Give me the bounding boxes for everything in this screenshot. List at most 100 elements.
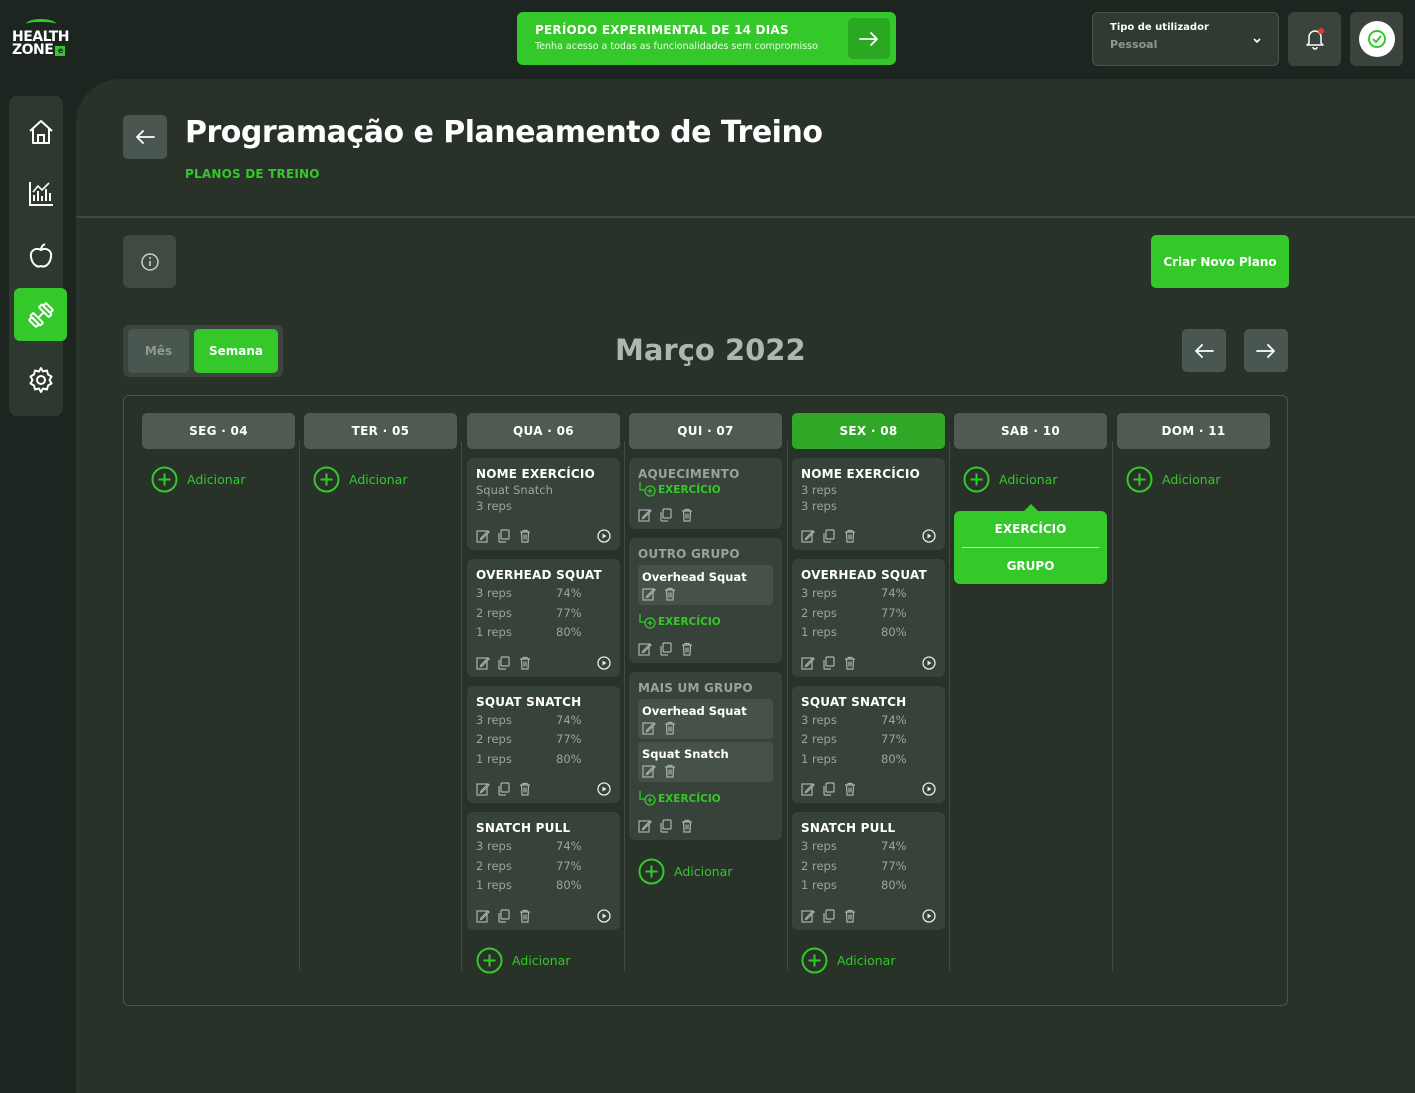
play-icon[interactable]	[922, 529, 936, 543]
trash-icon[interactable]	[680, 508, 694, 522]
trial-banner[interactable]: PERÍODO EXPERIMENTAL DE 14 DIAS Tenha ac…	[517, 12, 896, 65]
sidebar-item-settings[interactable]	[14, 353, 67, 406]
sidebar-item-nutrition[interactable]	[14, 229, 67, 282]
exercise-card[interactable]: OVERHEAD SQUAT 3 reps 74% 2 reps 77% 1 rep…	[467, 559, 620, 677]
play-icon[interactable]	[597, 782, 611, 796]
prev-week-button[interactable]	[1182, 329, 1226, 372]
trash-icon[interactable]	[843, 909, 857, 923]
trash-icon[interactable]	[663, 587, 677, 601]
next-week-button[interactable]	[1244, 329, 1288, 372]
set-row: 2 reps 77%	[801, 605, 907, 620]
exercise-card[interactable]: SNATCH PULL 3 reps 74% 2 reps 77% 1 reps 80…	[467, 812, 620, 930]
toggle-week[interactable]: Semana	[194, 329, 278, 373]
copy-icon[interactable]	[822, 782, 836, 796]
play-icon[interactable]	[597, 908, 611, 923]
edit-icon[interactable]	[642, 721, 656, 735]
dropdown-option-exercise[interactable]: EXERCÍCIO	[954, 511, 1107, 547]
group-exercise[interactable]: Overhead Squat	[638, 699, 773, 739]
add-exercise-link[interactable]: EXERCÍCIO	[638, 613, 773, 631]
day-header: SAB · 10	[954, 413, 1107, 449]
add-button[interactable]: Adicionar	[1126, 466, 1270, 492]
trash-icon[interactable]	[663, 721, 677, 735]
edit-icon[interactable]	[638, 642, 652, 656]
trial-arrow-button[interactable]	[848, 18, 890, 59]
copy-icon[interactable]	[497, 655, 511, 670]
edit-icon[interactable]	[638, 819, 652, 833]
create-plan-button[interactable]: Criar Novo Plano	[1151, 235, 1289, 288]
day-column-fri: SEX · 08 NOME EXERCÍCIO 3 reps 3 reps OV…	[792, 413, 945, 988]
play-icon[interactable]	[597, 655, 611, 670]
trash-icon[interactable]	[843, 782, 857, 796]
back-button[interactable]	[123, 115, 167, 159]
edit-icon[interactable]	[801, 782, 815, 796]
group-exercise[interactable]: Squat Snatch	[638, 742, 773, 782]
edit-icon[interactable]	[801, 529, 815, 543]
add-button[interactable]: Adicionar	[638, 858, 782, 884]
page-title: Programação e Planeamento de Treino	[185, 115, 823, 150]
trash-icon[interactable]	[518, 909, 532, 923]
copy-icon[interactable]	[497, 782, 511, 796]
exercise-card[interactable]: NOME EXERCÍCIO Squat Snatch 3 reps	[467, 458, 620, 550]
edit-icon[interactable]	[476, 909, 490, 923]
exercise-card[interactable]: SNATCH PULL 3 reps 74% 2 reps 77% 1 reps 80…	[792, 812, 945, 930]
play-icon[interactable]	[922, 655, 936, 670]
group-card[interactable]: MAIS UM GRUPO Overhead Squat Squat Snatc…	[629, 672, 782, 840]
edit-icon[interactable]	[642, 764, 656, 778]
edit-icon[interactable]	[638, 508, 652, 522]
info-button[interactable]	[123, 235, 176, 288]
play-icon[interactable]	[922, 908, 936, 923]
user-type-select[interactable]: Tipo de utilizador Pessoal	[1092, 12, 1279, 66]
edit-icon[interactable]	[476, 782, 490, 796]
exercise-title: SNATCH PULL	[476, 821, 571, 835]
group-exercise[interactable]: Overhead Squat	[638, 565, 773, 605]
add-button[interactable]: Adicionar	[963, 466, 1107, 492]
exercise-card[interactable]: OVERHEAD SQUAT 3 reps 74% 2 reps 77% 1 rep…	[792, 559, 945, 677]
logo-line2-text: ZONE	[12, 42, 54, 58]
group-card[interactable]: AQUECIMENTO EXERCÍCIO	[629, 458, 782, 529]
exercise-card[interactable]: SQUAT SNATCH 3 reps 74% 2 reps 77% 1 reps 8…	[792, 685, 945, 803]
add-button[interactable]: Adicionar	[313, 466, 457, 492]
trash-icon[interactable]	[680, 642, 694, 656]
page-subtitle[interactable]: PLANOS DE TREINO	[185, 167, 320, 181]
sidebar-item-home[interactable]	[14, 105, 67, 158]
healthzone-logo[interactable]: HEALTH ZONE e	[12, 19, 72, 62]
trash-icon[interactable]	[518, 782, 532, 796]
edit-icon[interactable]	[476, 529, 490, 543]
trash-icon[interactable]	[680, 819, 694, 833]
add-exercise-link[interactable]: EXERCÍCIO	[638, 790, 773, 808]
sidebar-item-training[interactable]	[14, 288, 67, 341]
play-icon[interactable]	[597, 529, 611, 543]
trash-icon[interactable]	[663, 764, 677, 778]
copy-icon[interactable]	[659, 642, 673, 656]
add-button[interactable]: Adicionar	[476, 947, 620, 974]
copy-icon[interactable]	[497, 529, 511, 543]
dropdown-option-group[interactable]: GRUPO	[954, 548, 1107, 584]
copy-icon[interactable]	[822, 908, 836, 923]
edit-icon[interactable]	[801, 656, 815, 670]
exercise-card[interactable]: SQUAT SNATCH 3 reps 74% 2 reps 77% 1 reps 8…	[467, 685, 620, 803]
exercise-card[interactable]: NOME EXERCÍCIO 3 reps 3 reps	[792, 458, 945, 550]
trash-icon[interactable]	[518, 656, 532, 670]
group-card[interactable]: OUTRO GRUPO Overhead Squat EXERCÍCIO	[629, 538, 782, 663]
trash-icon[interactable]	[843, 529, 857, 543]
trash-icon[interactable]	[843, 656, 857, 670]
trash-icon[interactable]	[518, 529, 532, 543]
edit-icon[interactable]	[642, 587, 656, 601]
edit-icon[interactable]	[476, 656, 490, 670]
add-exercise-link[interactable]: EXERCÍCIO	[638, 481, 773, 499]
toggle-month[interactable]: Mês	[128, 329, 189, 373]
add-button[interactable]: Adicionar	[151, 466, 295, 492]
copy-icon[interactable]	[822, 655, 836, 670]
add-button[interactable]: Adicionar	[801, 947, 945, 974]
play-icon[interactable]	[922, 782, 936, 796]
copy-icon[interactable]	[659, 508, 673, 522]
copy-icon[interactable]	[822, 529, 836, 543]
card-actions	[476, 781, 611, 797]
copy-icon[interactable]	[659, 819, 673, 833]
edit-icon[interactable]	[801, 909, 815, 923]
profile-button[interactable]	[1350, 12, 1403, 66]
sidebar-item-stats[interactable]	[14, 167, 67, 220]
copy-icon[interactable]	[497, 908, 511, 923]
day-column-mon: SEG · 04 Adicionar	[142, 413, 295, 988]
notifications-button[interactable]	[1288, 12, 1341, 66]
